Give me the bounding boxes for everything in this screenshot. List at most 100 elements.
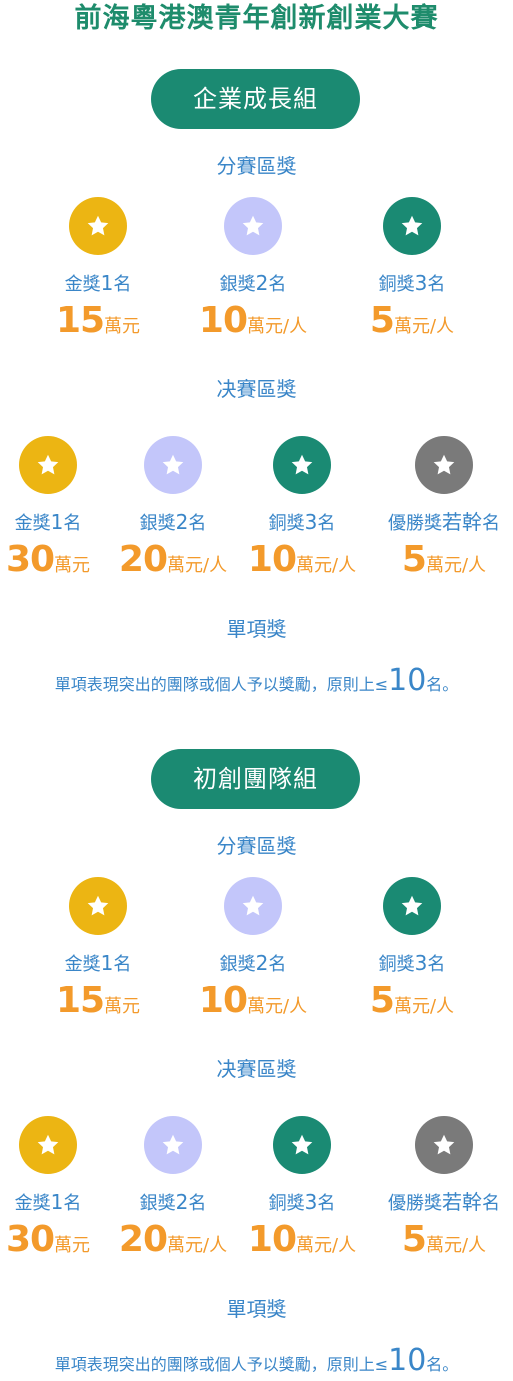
division-award-label: 分賽區獎 bbox=[216, 834, 297, 858]
group-pill-0: 企業成長組 bbox=[151, 69, 360, 129]
award-name: 銅獎3名 bbox=[332, 271, 492, 297]
award-count: 3 bbox=[414, 951, 428, 975]
award-count: 1 bbox=[100, 951, 114, 975]
award-name: 銅獎3名 bbox=[332, 951, 492, 977]
medal-final-1 bbox=[144, 1116, 202, 1174]
award-title: 銅獎 bbox=[268, 513, 305, 534]
star-icon bbox=[240, 893, 266, 919]
star-icon bbox=[160, 452, 186, 478]
prize-value: 5 bbox=[369, 300, 395, 341]
prize-amount: 5萬元/人 bbox=[327, 981, 497, 1027]
medal-final-0 bbox=[19, 436, 77, 494]
prize-unit: 萬元/人 bbox=[296, 555, 357, 576]
award-title: 銅獎 bbox=[378, 274, 415, 295]
note-number: 10 bbox=[388, 663, 427, 698]
page-title: 前海粵港澳青年創新創業大賽 bbox=[74, 3, 439, 34]
medal-division-1 bbox=[224, 197, 282, 255]
award-count: 2 bbox=[175, 1190, 189, 1214]
award-name: 金獎1名 bbox=[18, 271, 178, 297]
star-icon bbox=[35, 1132, 61, 1158]
medal-division-2 bbox=[383, 197, 441, 255]
medal-final-2 bbox=[273, 1116, 331, 1174]
award-count-suffix: 名 bbox=[317, 1193, 336, 1214]
star-icon bbox=[85, 213, 111, 239]
prize-unit: 萬元 bbox=[104, 996, 141, 1017]
prize-amount: 5萬元/人 bbox=[327, 301, 497, 347]
medal-division-1 bbox=[224, 877, 282, 935]
prize-unit: 萬元/人 bbox=[425, 1235, 487, 1256]
award-title: 優勝獎 bbox=[388, 1193, 442, 1214]
award-title: 銀獎 bbox=[219, 954, 256, 975]
award-count-suffix: 名 bbox=[427, 274, 446, 295]
prize-amount: 15萬元 bbox=[13, 981, 183, 1027]
division-award-label: 分賽區獎 bbox=[216, 154, 297, 178]
award-count: 3 bbox=[414, 271, 428, 295]
prize-unit: 萬元/人 bbox=[247, 996, 308, 1017]
prize-amount: 10萬元/人 bbox=[168, 981, 338, 1027]
award-title: 金獎 bbox=[64, 954, 101, 975]
award-count-suffix: 名 bbox=[63, 1193, 82, 1214]
star-icon bbox=[399, 213, 425, 239]
note-text: 單項表現突出的團隊或個人予以獎勵，原則上≤ bbox=[54, 675, 389, 694]
medal-final-1 bbox=[144, 436, 202, 494]
prize-value: 30 bbox=[5, 1219, 55, 1260]
prize-value: 5 bbox=[369, 980, 395, 1021]
medal-division-0 bbox=[69, 197, 127, 255]
prize-value: 10 bbox=[247, 539, 297, 580]
prize-unit: 萬元/人 bbox=[296, 1235, 357, 1256]
note-suffix: 名。 bbox=[426, 1355, 459, 1374]
award-title: 金獎 bbox=[14, 513, 51, 534]
award-title: 銅獎 bbox=[268, 1193, 305, 1214]
star-icon bbox=[35, 452, 61, 478]
award-count: 1 bbox=[100, 271, 114, 295]
award-title: 銀獎 bbox=[139, 513, 176, 534]
award-name: 銀獎2名 bbox=[173, 951, 333, 977]
star-icon bbox=[160, 1132, 186, 1158]
award-count: 1 bbox=[50, 510, 64, 534]
prize-unit: 萬元/人 bbox=[247, 316, 308, 337]
medal-division-0 bbox=[69, 877, 127, 935]
star-icon bbox=[431, 1132, 457, 1158]
prize-amount: 5萬元/人 bbox=[359, 540, 513, 586]
award-name: 銅獎3名 bbox=[222, 510, 382, 536]
medal-final-2 bbox=[273, 436, 331, 494]
award-count-suffix: 名 bbox=[482, 513, 500, 534]
prize-value: 15 bbox=[55, 300, 105, 341]
award-count: 2 bbox=[255, 951, 269, 975]
prize-amount: 5萬元/人 bbox=[359, 1220, 513, 1266]
star-icon bbox=[240, 213, 266, 239]
prize-unit: 萬元 bbox=[54, 555, 91, 576]
prize-amount: 10萬元/人 bbox=[168, 301, 338, 347]
single-award-label: 單項獎 bbox=[226, 617, 287, 641]
star-icon bbox=[289, 1132, 315, 1158]
award-name: 優勝獎若幹名 bbox=[364, 510, 513, 536]
prize-unit: 萬元 bbox=[104, 316, 141, 337]
prize-value: 10 bbox=[247, 1219, 297, 1260]
award-count-suffix: 名 bbox=[113, 954, 132, 975]
medal-final-3 bbox=[415, 436, 473, 494]
prize-value: 20 bbox=[118, 1219, 168, 1260]
single-award-note: 單項表現突出的團隊或個人予以獎勵，原則上≤10名。 bbox=[0, 665, 513, 701]
star-icon bbox=[399, 893, 425, 919]
award-count-suffix: 名 bbox=[188, 513, 207, 534]
prize-value: 10 bbox=[198, 980, 248, 1021]
prize-unit: 萬元/人 bbox=[425, 555, 487, 576]
award-title: 金獎 bbox=[64, 274, 101, 295]
medal-division-2 bbox=[383, 877, 441, 935]
prize-value: 20 bbox=[118, 539, 168, 580]
award-title: 金獎 bbox=[14, 1193, 51, 1214]
award-title: 銅獎 bbox=[378, 954, 415, 975]
award-count: 2 bbox=[175, 510, 189, 534]
award-title: 銀獎 bbox=[219, 274, 256, 295]
star-icon bbox=[85, 893, 111, 919]
group-pill-1: 初創團隊組 bbox=[151, 749, 360, 809]
award-count-suffix: 名 bbox=[427, 954, 446, 975]
award-count-suffix: 名 bbox=[188, 1193, 207, 1214]
award-title: 銀獎 bbox=[139, 1193, 176, 1214]
award-count-suffix: 名 bbox=[63, 513, 82, 534]
award-count-suffix: 名 bbox=[317, 513, 336, 534]
award-name: 優勝獎若幹名 bbox=[364, 1190, 513, 1216]
note-text: 單項表現突出的團隊或個人予以獎勵，原則上≤ bbox=[54, 1355, 389, 1374]
prize-value: 5 bbox=[401, 1219, 427, 1260]
note-suffix: 名。 bbox=[426, 675, 459, 694]
